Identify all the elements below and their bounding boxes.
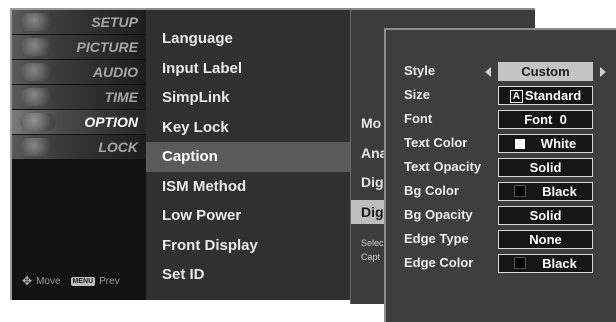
nav-hint: ✥ Move MENU Prev [22, 274, 120, 288]
edge-color-label: Edge Color [404, 255, 474, 270]
black-swatch-icon [514, 257, 527, 269]
arrow-left-icon[interactable] [485, 67, 491, 77]
sidebar-item-audio[interactable]: AUDIO [12, 60, 148, 84]
sidebar-item-label: OPTION [84, 114, 138, 130]
sidebar-item-setup[interactable]: SETUP [12, 10, 148, 34]
sidebar-item-label: LOCK [98, 139, 138, 155]
bg-color-selector[interactable]: Black [498, 182, 593, 201]
style-selector[interactable]: Custom [498, 62, 593, 81]
sidebar-item-label: TIME [104, 89, 138, 105]
style-row: Style Custom [386, 59, 616, 83]
sidebar-item-label: PICTURE [76, 39, 138, 55]
menu-key-icon: MENU [70, 276, 96, 286]
text-color-selector[interactable]: White [498, 134, 593, 153]
sidebar-item-label: SETUP [91, 14, 138, 30]
black-swatch-icon [514, 185, 527, 197]
audio-icon [20, 63, 56, 81]
menu-item-caption[interactable]: Caption [146, 142, 350, 172]
text-color-label: Text Color [404, 135, 468, 150]
sidebar-item-lock[interactable]: LOCK [12, 135, 148, 159]
edge-color-row: Edge Color Black [386, 251, 616, 275]
text-opacity-row: Text Opacity Solid [386, 155, 616, 179]
clock-icon [20, 88, 56, 106]
edge-type-label: Edge Type [404, 231, 469, 246]
description-line: Capt [361, 252, 381, 262]
font-row: Font Font 0 [386, 107, 616, 131]
sidebar-item-time[interactable]: TIME [12, 85, 148, 109]
arrow-right-icon[interactable] [600, 67, 606, 77]
bg-color-label: Bg Color [404, 183, 459, 198]
size-row: Size A Standard [386, 83, 616, 107]
font-selector[interactable]: Font 0 [498, 110, 593, 129]
text-opacity-label: Text Opacity [404, 159, 482, 174]
edge-type-selector[interactable]: None [498, 230, 593, 249]
bg-color-value: Black [542, 184, 577, 199]
sidebar-item-label: AUDIO [92, 64, 138, 80]
sidebar-item-option[interactable]: OPTION [12, 110, 148, 134]
prev-hint-label: Prev [99, 275, 120, 287]
style-label: Style [404, 63, 436, 78]
menu-item-low-power[interactable]: Low Power [146, 201, 350, 231]
font-label: Font [404, 111, 433, 126]
bg-opacity-label: Bg Opacity [404, 207, 473, 222]
size-selector[interactable]: A Standard [498, 86, 593, 105]
size-label: Size [404, 87, 431, 102]
menu-item-language[interactable]: Language [146, 24, 350, 54]
caption-mode-description: Selec Capt [361, 236, 384, 264]
description-line: Selec [361, 238, 384, 248]
menu-item-input-label[interactable]: Input Label [146, 54, 350, 84]
white-swatch-icon [514, 139, 525, 149]
text-color-value: White [540, 136, 577, 151]
bg-opacity-selector[interactable]: Solid [498, 206, 593, 225]
text-opacity-selector[interactable]: Solid [498, 158, 593, 177]
bg-opacity-row: Bg Opacity Solid [386, 203, 616, 227]
font-a-icon: A [509, 90, 523, 103]
lock-icon [20, 138, 56, 156]
edge-type-row: Edge Type None [386, 227, 616, 251]
menu-item-set-id[interactable]: Set ID [146, 260, 350, 290]
menu-item-key-lock[interactable]: Key Lock [146, 113, 350, 143]
option-icon [20, 113, 56, 131]
menu-item-simplink[interactable]: SimpLink [146, 83, 350, 113]
edge-color-value: Black [542, 256, 577, 271]
bg-color-row: Bg Color Black [386, 179, 616, 203]
option-menu: Language Input Label SimpLink Key Lock C… [146, 8, 350, 300]
sidebar-item-picture[interactable]: PICTURE [12, 35, 148, 59]
picture-icon [20, 38, 56, 56]
size-value: Standard [524, 88, 582, 103]
menu-item-front-display[interactable]: Front Display [146, 231, 350, 261]
setup-icon [20, 13, 56, 31]
text-color-row: Text Color White [386, 131, 616, 155]
edge-color-selector[interactable]: Black [498, 254, 593, 273]
caption-options-panel: Style Custom Size A Standard Font Font 0 … [384, 28, 616, 322]
menu-item-ism-method[interactable]: ISM Method [146, 172, 350, 202]
category-sidebar: SETUP PICTURE AUDIO TIME OPTION LOCK ✥ M… [10, 8, 148, 300]
move-arrows-icon: ✥ [22, 274, 33, 288]
move-hint-label: Move [36, 275, 61, 287]
